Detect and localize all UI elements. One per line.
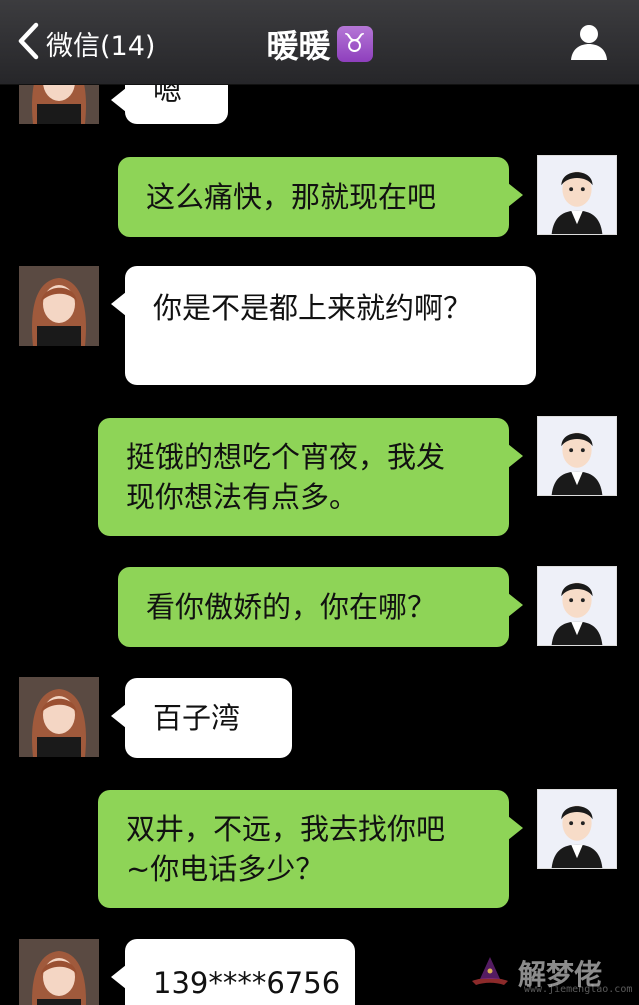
message-text-line: 挺饿的想吃个宵夜，我发 (126, 440, 446, 474)
avatar-image (19, 939, 99, 1005)
contact-avatar[interactable] (19, 266, 99, 346)
watermark-url: www.jiemenglao.com (524, 984, 633, 995)
contact-profile-button[interactable] (569, 22, 609, 62)
chat-title: 暖暖 (266, 27, 331, 65)
navigation-bar: 微信(14) 暖暖 ♉ (0, 0, 639, 85)
wizard-hat-icon (472, 957, 508, 985)
message-bubble-sent[interactable]: 挺饿的想吃个宵夜，我发 现你想法有点多。 (98, 418, 523, 536)
message-text-line: 双井，不远，我去找你吧 (126, 812, 446, 846)
message-bubble-sent[interactable]: 看你傲娇的，你在哪？ (118, 567, 523, 647)
my-avatar[interactable] (537, 416, 617, 496)
message-text-line: ~你电话多少？ (126, 852, 325, 886)
message-bubble-sent[interactable]: 双井，不远，我去找你吧 ~你电话多少？ (98, 790, 523, 908)
avatar-image (538, 790, 616, 868)
message-bubble-received[interactable]: 139****6756 (111, 939, 355, 1005)
message-bubble-received[interactable]: 你是不是都上来就约啊？ (111, 266, 536, 385)
contact-avatar[interactable] (19, 677, 99, 757)
person-icon (571, 25, 607, 60)
watermark: 解梦佬 www.jiemenglao.com (468, 944, 638, 1002)
taurus-badge-icon: ♉ (336, 26, 373, 62)
contact-avatar[interactable] (19, 939, 99, 1005)
my-avatar[interactable] (537, 566, 617, 646)
my-avatar[interactable] (537, 789, 617, 869)
avatar-image (538, 156, 616, 234)
message-text: 这么痛快，那就现在吧 (146, 180, 437, 214)
chat-title-area: 暖暖 ♉ (0, 22, 639, 66)
message-text: 你是不是都上来就约啊？ (153, 291, 473, 325)
avatar-image (538, 567, 616, 645)
message-bubble-received[interactable]: 百子湾 (111, 678, 292, 758)
message-text-line: 现你想法有点多。 (126, 480, 359, 514)
my-avatar[interactable] (537, 155, 617, 235)
message-text: 百子湾 (153, 701, 241, 735)
avatar-image (19, 677, 99, 757)
avatar-image (19, 266, 99, 346)
message-bubble-sent[interactable]: 这么痛快，那就现在吧 (118, 157, 523, 237)
message-text: 139****6756 (153, 966, 341, 1000)
avatar-image (538, 417, 616, 495)
message-text: 看你傲娇的，你在哪？ (146, 590, 437, 624)
